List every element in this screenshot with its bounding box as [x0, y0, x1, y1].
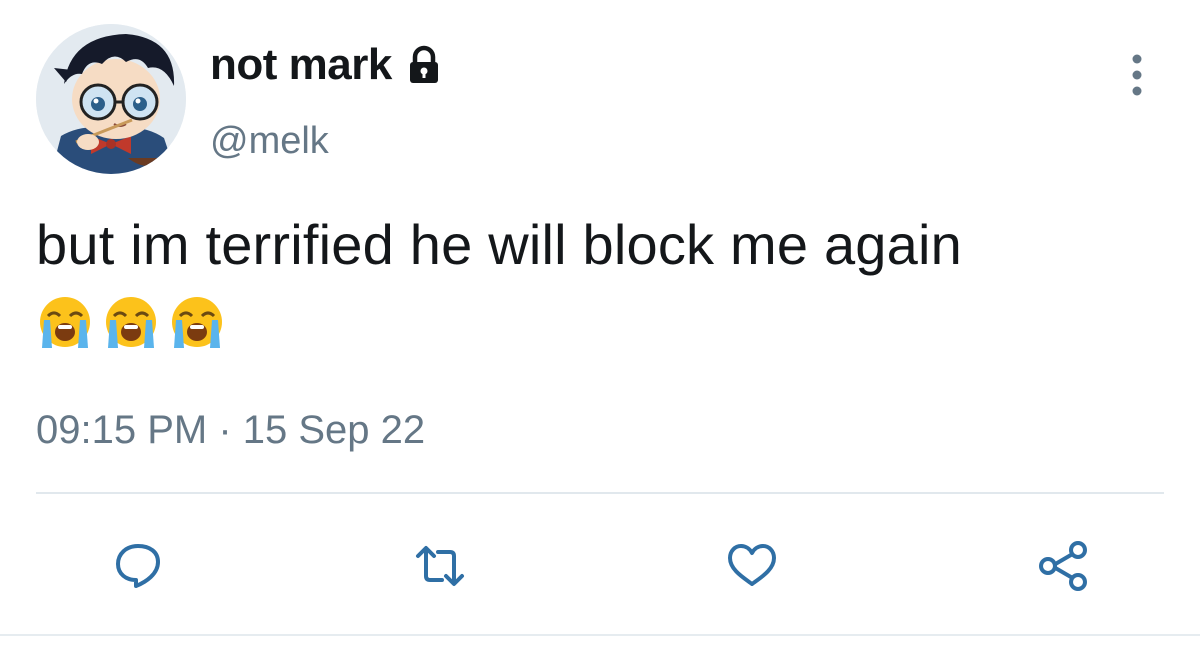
loudly-crying-face-icon	[106, 297, 156, 348]
like-button[interactable]	[724, 538, 780, 594]
share-button[interactable]	[1036, 538, 1092, 594]
reply-button[interactable]	[110, 538, 166, 594]
tweet-text: but im terrified he will block me again	[36, 213, 962, 276]
display-name-text[interactable]: not mark	[210, 40, 392, 90]
loudly-crying-face-icon	[172, 297, 222, 348]
user-handle[interactable]: @melk	[210, 120, 329, 163]
more-options-icon[interactable]	[1120, 50, 1154, 100]
bottom-divider	[0, 634, 1200, 636]
retweet-button[interactable]	[412, 538, 468, 594]
avatar-image	[36, 24, 186, 174]
avatar[interactable]	[36, 24, 186, 174]
share-icon	[1039, 541, 1087, 591]
retweet-icon	[416, 546, 464, 586]
heart-icon	[728, 544, 776, 586]
reply-icon	[116, 544, 160, 588]
divider	[36, 492, 1164, 494]
lock-icon	[409, 45, 438, 83]
tweet-card: not mark @melk but im terrified he will …	[0, 0, 1200, 652]
emoji-row	[36, 292, 226, 350]
display-name[interactable]: not mark	[210, 40, 446, 90]
tweet-timestamp[interactable]: 09:15 PM · 15 Sep 22	[36, 408, 425, 453]
loudly-crying-face-icon	[40, 297, 90, 348]
